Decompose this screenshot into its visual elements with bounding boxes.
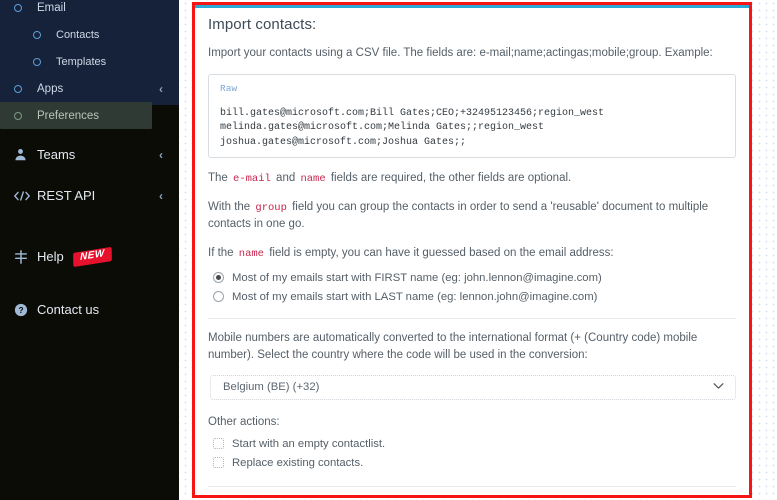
divider-2 [208,485,736,487]
raw-label: Raw [220,82,238,94]
sidebar-item-teams[interactable]: Teams ‹ [0,139,179,170]
sidebar-item-contact-us[interactable]: ? Contact us [0,294,179,325]
sidebar-item-label: Apps [37,82,64,95]
sidebar-item-label: Teams [37,147,76,162]
country-select-value: Belgium (BE) (+32) [223,381,320,394]
checkbox-row-replace-contacts[interactable]: Replace existing contacts. [208,456,736,470]
note-group-a: With the [208,200,251,213]
panel-content: Import contacts: Import your contacts us… [195,5,749,495]
csv-example-lines: bill.gates@microsoft.com;Bill Gates;CEO;… [220,107,605,148]
sidebar-item-templates[interactable]: Templates [0,48,179,75]
user-icon [14,148,30,161]
signpost-icon [14,249,30,264]
checkbox-empty-contactlist-label: Start with an empty contactlist. [232,437,386,450]
new-badge: NEW [72,246,112,267]
sidebar-nav-list: Email Contacts Templates Apps ‹ Preferen… [0,0,179,325]
code-email: e-mail [233,172,271,185]
app-root: Email Contacts Templates Apps ‹ Preferen… [0,0,777,500]
radio-row-last-name[interactable]: Most of my emails start with LAST name (… [208,290,736,304]
note-required-fields: The e-mail and name fields are required,… [208,170,736,187]
chevron-left-icon[interactable]: ‹ [159,189,163,203]
code-group: group [255,201,287,214]
country-select[interactable]: Belgium (BE) (+32) [210,374,736,400]
note-required-b: and [276,171,296,184]
sidebar-item-apps[interactable]: Apps ‹ [0,75,179,102]
code-icon [14,190,30,202]
ring-icon [33,57,49,66]
radio-last-name-label: Most of my emails start with LAST name (… [232,291,598,304]
sidebar: Email Contacts Templates Apps ‹ Preferen… [0,0,179,500]
radio-row-first-name[interactable]: Most of my emails start with FIRST name … [208,271,736,285]
chevron-left-icon[interactable]: ‹ [159,148,163,162]
sidebar-item-rest-api[interactable]: REST API ‹ [0,180,179,211]
checkbox-empty-contactlist[interactable] [213,437,224,449]
checkbox-replace-contacts[interactable] [213,456,224,468]
sidebar-item-help[interactable]: Help NEW [0,241,179,272]
sidebar-item-label: Preferences [37,109,100,122]
note-group-field: With the group field you can group the c… [208,199,736,233]
note-guess-name: If the name field is empty, you can have… [208,245,736,262]
note-required-a: The [208,171,228,184]
radio-last-name[interactable] [213,291,224,303]
note-required-c: fields are required, the other fields ar… [330,171,572,184]
sidebar-item-label: Email [37,1,66,14]
other-actions-heading: Other actions: [208,415,280,428]
sidebar-item-label: Templates [56,55,107,68]
divider [208,318,736,320]
ring-icon [14,3,30,12]
chevron-left-icon[interactable]: ‹ [159,82,163,96]
chevron-down-icon[interactable] [713,382,724,393]
page-title: Import contacts: [208,16,317,33]
sidebar-item-preferences[interactable]: Preferences [0,102,152,129]
code-name-2: name [238,247,264,260]
sidebar-item-label: Contacts [56,28,100,41]
sidebar-item-label: Help [37,249,64,264]
radio-first-name[interactable] [213,272,224,283]
mobile-conversion-note: Mobile numbers are automatically convert… [208,332,698,361]
intro-text: Import your contacts using a CSV file. T… [208,47,713,59]
note-guess-a: If the [208,246,234,259]
code-name: name [300,172,326,185]
import-contacts-panel: Import contacts: Import your contacts us… [192,2,752,498]
sidebar-item-label: REST API [37,188,96,203]
ring-icon [14,84,30,93]
sidebar-item-label: Contact us [37,302,100,317]
sidebar-item-email[interactable]: Email [0,0,179,21]
csv-example-codeblock: Raw bill.gates@microsoft.com;Bill Gates;… [208,73,736,158]
ring-icon [14,111,30,120]
checkbox-replace-contacts-label: Replace existing contacts. [232,456,364,469]
question-circle-icon: ? [14,303,30,317]
checkbox-row-empty-contactlist[interactable]: Start with an empty contactlist. [208,437,736,451]
ring-icon [33,30,49,39]
sidebar-item-contacts[interactable]: Contacts [0,21,179,48]
svg-text:?: ? [18,305,23,315]
radio-first-name-label: Most of my emails start with FIRST name … [232,272,602,284]
note-guess-b: field is empty, you can have it guessed … [269,246,614,259]
